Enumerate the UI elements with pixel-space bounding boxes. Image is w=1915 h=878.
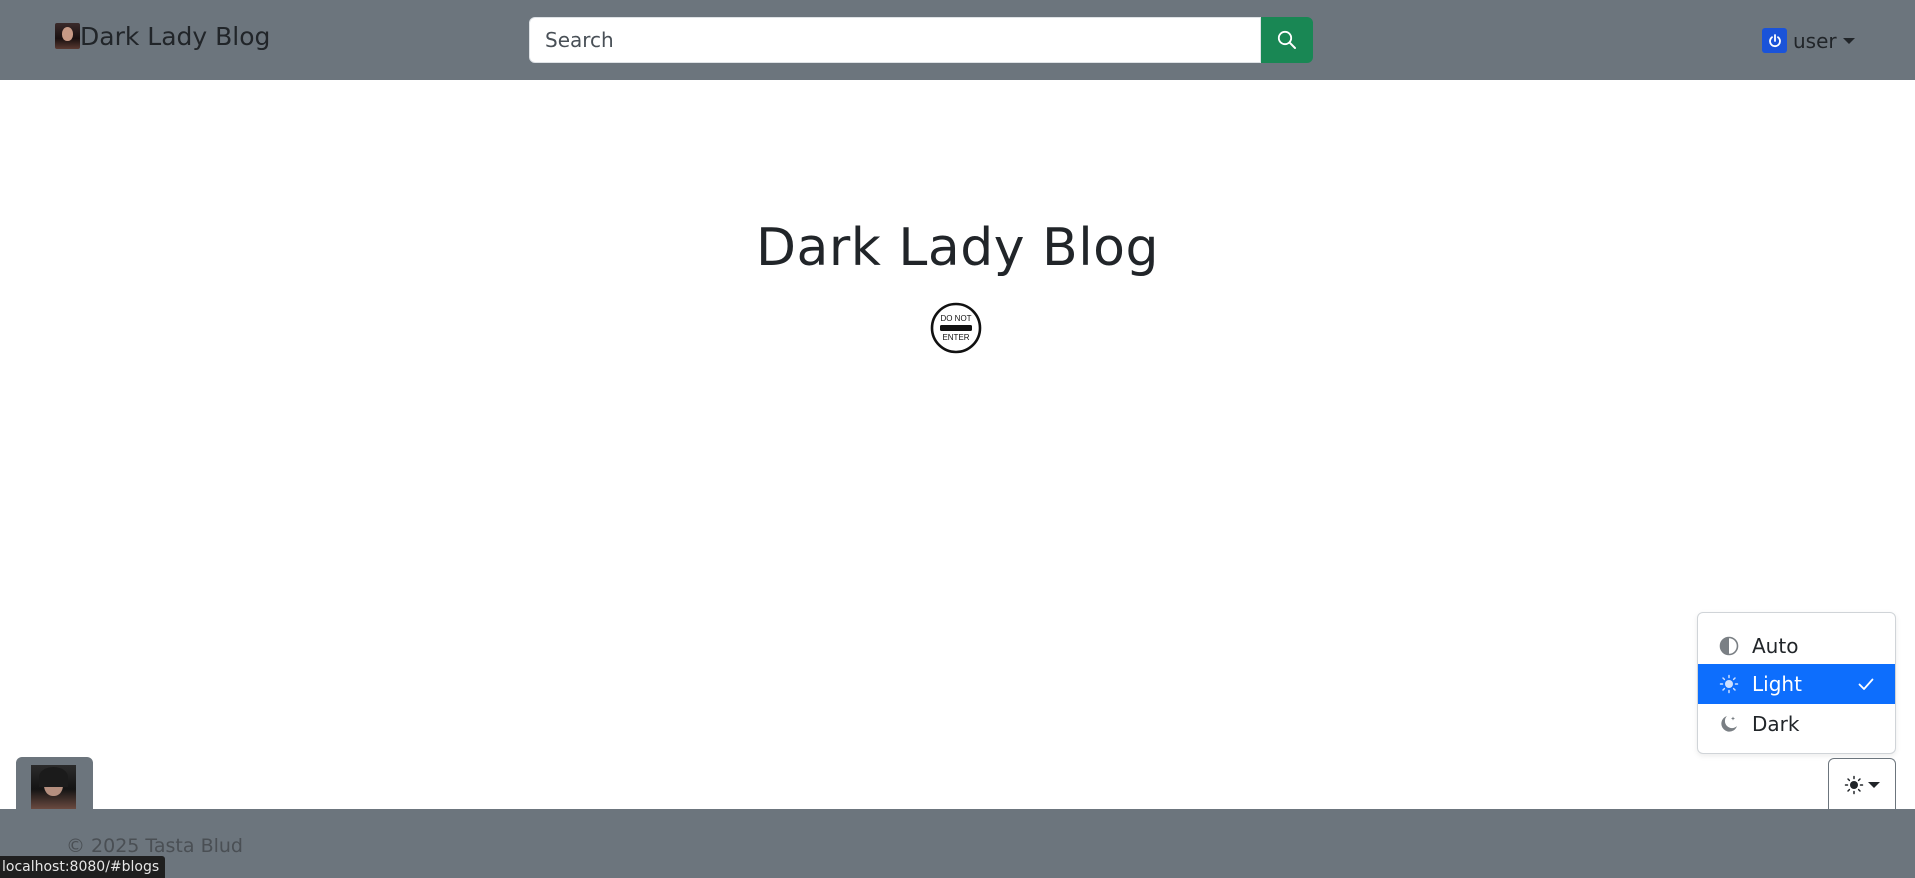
search-button[interactable] <box>1261 17 1313 63</box>
copyright-text: © 2025 Tasta Blud <box>66 835 243 857</box>
chevron-down-icon <box>1868 781 1880 788</box>
moon-stars-icon <box>1718 713 1740 735</box>
chevron-down-icon <box>1842 37 1855 44</box>
search-input[interactable] <box>529 17 1261 63</box>
user-dropdown-toggle[interactable]: user <box>1762 28 1855 53</box>
footer: © 2025 Tasta Blud <box>0 809 1915 878</box>
status-bar-url: localhost:8080/#blogs <box>0 856 166 878</box>
power-icon <box>1762 28 1787 53</box>
page-title: Dark Lady Blog <box>755 218 1160 278</box>
avatar <box>31 765 76 809</box>
theme-option-label: Auto <box>1752 634 1799 658</box>
theme-option-light[interactable]: Light <box>1698 664 1895 704</box>
avatar-tab[interactable] <box>16 757 93 809</box>
do-not-enter-icon: DO NOT ENTER <box>930 302 982 354</box>
theme-option-label: Light <box>1752 672 1802 696</box>
search-icon <box>1277 30 1296 49</box>
theme-dropdown-menu: Auto Light Dark <box>1697 612 1896 754</box>
theme-toggle-button[interactable] <box>1828 758 1896 810</box>
search-form <box>529 17 1313 63</box>
brand-link[interactable]: Dark Lady Blog <box>55 21 271 51</box>
user-label: user <box>1793 28 1837 53</box>
sign-bottom-text: ENTER <box>942 333 969 342</box>
brand-text: Dark Lady Blog <box>80 21 271 51</box>
theme-option-auto[interactable]: Auto <box>1698 626 1895 666</box>
theme-option-label: Dark <box>1752 712 1800 736</box>
brand-logo <box>55 23 80 49</box>
sign-top-text: DO NOT <box>940 314 971 323</box>
circle-half-icon <box>1718 635 1740 657</box>
top-navbar: Dark Lady Blog user <box>0 0 1915 80</box>
theme-option-dark[interactable]: Dark <box>1698 704 1895 744</box>
sun-icon <box>1718 673 1740 695</box>
sun-icon <box>1844 775 1864 794</box>
check-icon <box>1857 674 1875 698</box>
